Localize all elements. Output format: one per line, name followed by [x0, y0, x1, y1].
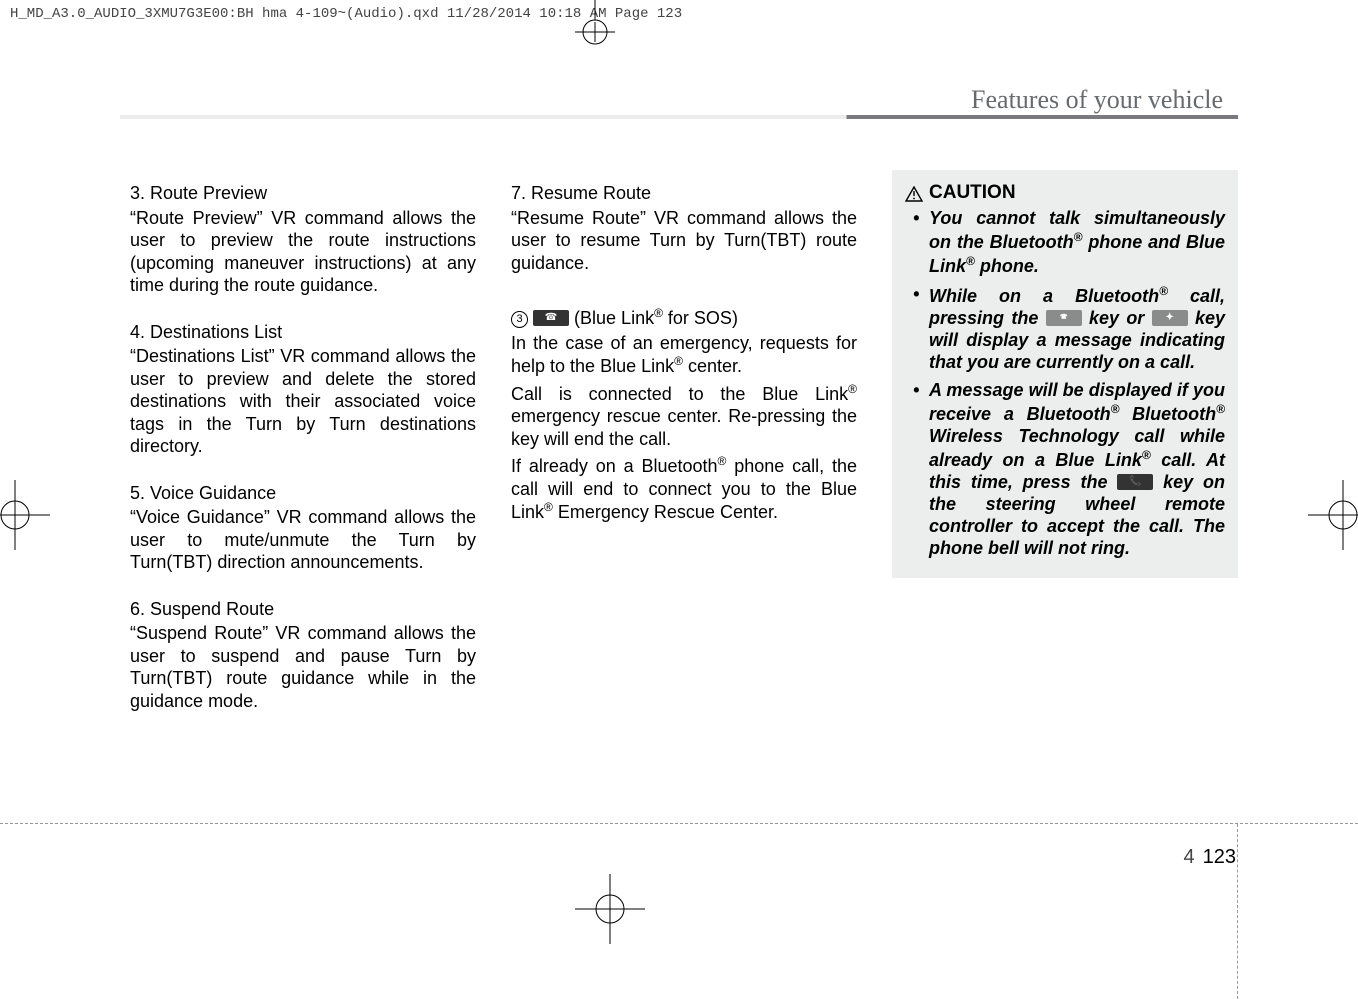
sos-label-b: for SOS)	[663, 308, 738, 328]
para-route-preview: “Route Preview” VR command allows the us…	[130, 207, 476, 297]
trim-line-vertical	[1237, 824, 1238, 999]
heading-resume-route: 7. Resume Route	[511, 182, 857, 205]
caution-bullet-1: You cannot talk simultaneously on the Bl…	[919, 208, 1225, 278]
top-registration-mark	[565, 0, 625, 50]
column-3: CAUTION You cannot talk simultaneously o…	[892, 170, 1238, 716]
heading-suspend-route: 6. Suspend Route	[130, 598, 476, 621]
heading-destinations-list: 4. Destinations List	[130, 321, 476, 344]
content-columns: 3. Route Preview “Route Preview” VR comm…	[130, 170, 1238, 716]
para-voice-guidance: “Voice Guidance” VR command allows the u…	[130, 506, 476, 574]
registration-mark-bottom	[575, 874, 645, 944]
registration-mark-right	[1308, 480, 1358, 550]
reg-1: ®	[654, 306, 663, 320]
heading-sos: 3 ☎ (Blue Link® for SOS)	[511, 306, 857, 330]
caution-title: CAUTION	[905, 181, 1225, 204]
caution-bullet-2: While on a Bluetooth® call, pressing the…	[919, 284, 1225, 374]
sos-label-a: (Blue Link	[574, 308, 654, 328]
section-rule	[120, 115, 1238, 119]
caution-bullet-3: A message will be displayed if you recei…	[919, 380, 1225, 560]
heading-voice-guidance: 5. Voice Guidance	[130, 482, 476, 505]
page-number: 4 123	[1184, 846, 1237, 869]
section-title: Features of your vehicle	[971, 85, 1223, 115]
sos-key-icon: ☎	[533, 310, 569, 326]
para-sos-2: Call is connected to the Blue Link® emer…	[511, 382, 857, 451]
assist-key-icon: ✦	[1152, 310, 1188, 326]
circled-3-icon: 3	[511, 311, 528, 328]
para-destinations-list: “Destinations List” VR command allows th…	[130, 345, 476, 458]
caution-label: CAUTION	[929, 181, 1016, 204]
page: 123	[1203, 846, 1236, 869]
warning-triangle-icon	[905, 185, 923, 201]
caution-box: CAUTION You cannot talk simultaneously o…	[892, 170, 1238, 578]
para-suspend-route: “Suspend Route” VR command allows the us…	[130, 622, 476, 712]
para-sos-3: If already on a Bluetooth® phone call, t…	[511, 454, 857, 524]
column-1: 3. Route Preview “Route Preview” VR comm…	[130, 170, 476, 716]
registration-mark-left	[0, 480, 50, 550]
column-2: 7. Resume Route “Resume Route” VR comman…	[511, 170, 857, 716]
heading-route-preview: 3. Route Preview	[130, 182, 476, 205]
trim-line-horizontal	[0, 823, 1358, 824]
bluelink-key-icon: 🕾	[1046, 310, 1082, 326]
para-sos-1: In the case of an emergency, requests fo…	[511, 332, 857, 378]
call-accept-key-icon: 📞	[1117, 474, 1153, 490]
chapter-number: 4	[1184, 846, 1195, 869]
para-resume-route: “Resume Route” VR command allows the use…	[511, 207, 857, 275]
